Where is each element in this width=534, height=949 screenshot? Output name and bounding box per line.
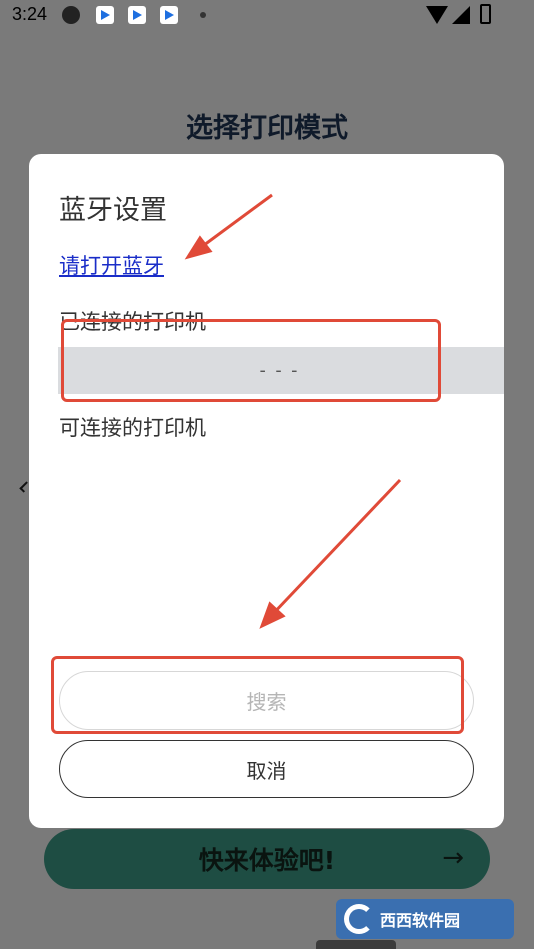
enable-bluetooth-link[interactable]: 请打开蓝牙	[59, 250, 164, 280]
annotation-box-connected-printer	[61, 319, 441, 402]
bottom-edge-element	[316, 940, 396, 949]
status-bar: 3:24	[0, 0, 534, 32]
arrow-right-icon: →	[442, 843, 464, 873]
more-notifications-dot-icon	[200, 12, 206, 18]
watermark-logo: 西西软件园	[336, 899, 514, 939]
signal-icon	[452, 6, 470, 24]
try-now-label: 快来体验吧!	[198, 846, 336, 875]
battery-icon	[480, 4, 491, 24]
available-printers-label: 可连接的打印机	[59, 416, 206, 440]
watermark-text: 西西软件园	[380, 913, 461, 930]
wifi-icon	[426, 6, 448, 24]
app-notification-icon	[96, 6, 114, 24]
app-notification-icon	[128, 6, 146, 24]
annotation-box-search	[51, 656, 464, 734]
status-time: 3:24	[12, 4, 48, 24]
cancel-label: 取消	[246, 758, 287, 783]
app-notification-icon	[160, 6, 178, 24]
logo-c-icon	[344, 904, 374, 934]
dialog-title: 蓝牙设置	[59, 195, 167, 226]
page-title: 选择打印模式	[186, 113, 348, 144]
try-now-button[interactable]: 快来体验吧! →	[44, 829, 490, 889]
cancel-button[interactable]: 取消	[59, 740, 474, 798]
telegram-icon	[62, 6, 80, 24]
